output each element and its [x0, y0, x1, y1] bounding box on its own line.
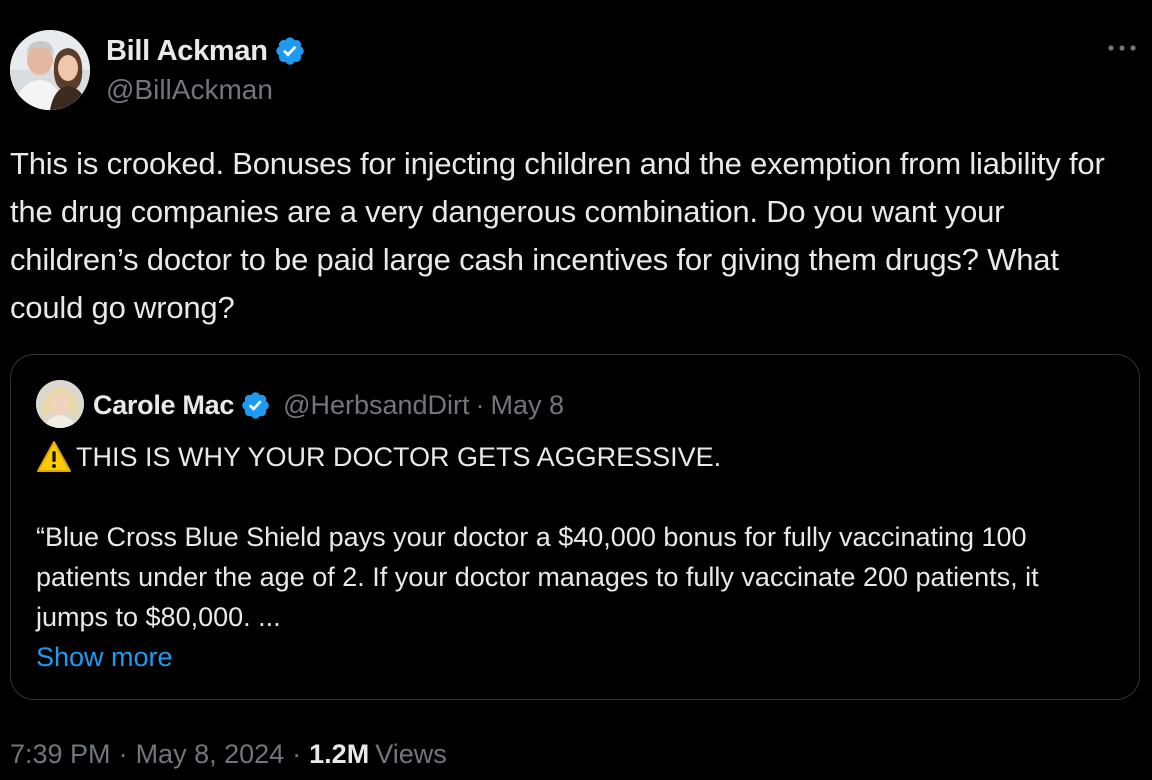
author-name[interactable]: Bill Ackman [106, 35, 268, 68]
quote-header: Carole Mac @HerbsandDirt · May 8 [93, 385, 564, 425]
tweet-time[interactable]: 7:39 PM [10, 734, 111, 774]
quote-author-handle[interactable]: @HerbsandDirt [283, 390, 469, 421]
verified-badge-icon [242, 391, 269, 419]
views-count: 1.2M [309, 739, 370, 769]
quote-headline-text: THIS IS WHY YOUR DOCTOR GETS AGGRESSIVE. [76, 442, 722, 472]
separator-dot: · [118, 739, 128, 769]
tweet-meta: 7:39 PM · May 8, 2024 · 1.2M Views [10, 734, 447, 774]
quote-headline: THIS IS WHY YOUR DOCTOR GETS AGGRESSIVE. [36, 437, 721, 477]
more-button[interactable] [1104, 34, 1140, 62]
separator-dot: · [475, 389, 485, 420]
tweet-date[interactable]: May 8, 2024 [136, 734, 285, 774]
quote-author-avatar[interactable] [36, 380, 84, 428]
profile-photo [10, 30, 90, 110]
warning-icon [37, 441, 71, 472]
author-avatar[interactable] [10, 30, 90, 110]
quote-date[interactable]: May 8 [491, 390, 565, 421]
quote-author-name[interactable]: Carole Mac [93, 390, 234, 421]
views-label: Views [375, 739, 447, 769]
separator-dot: · [292, 739, 302, 769]
tweet: Bill Ackman @BillAckman This is crooked.… [0, 0, 1152, 780]
tweet-text: This is crooked. Bonuses for injecting c… [10, 146, 1105, 325]
quoted-tweet-card[interactable]: Carole Mac @HerbsandDirt · May 8 THIS IS… [10, 354, 1140, 700]
author-name-row: Bill Ackman [106, 32, 306, 70]
author-handle[interactable]: @BillAckman [106, 74, 273, 106]
more-horizontal-icon [1108, 45, 1136, 51]
show-more-link[interactable]: Show more [36, 637, 173, 677]
profile-photo [36, 380, 84, 428]
quote-body: “Blue Cross Blue Shield pays your doctor… [36, 522, 1039, 632]
verified-badge-icon [275, 37, 304, 65]
